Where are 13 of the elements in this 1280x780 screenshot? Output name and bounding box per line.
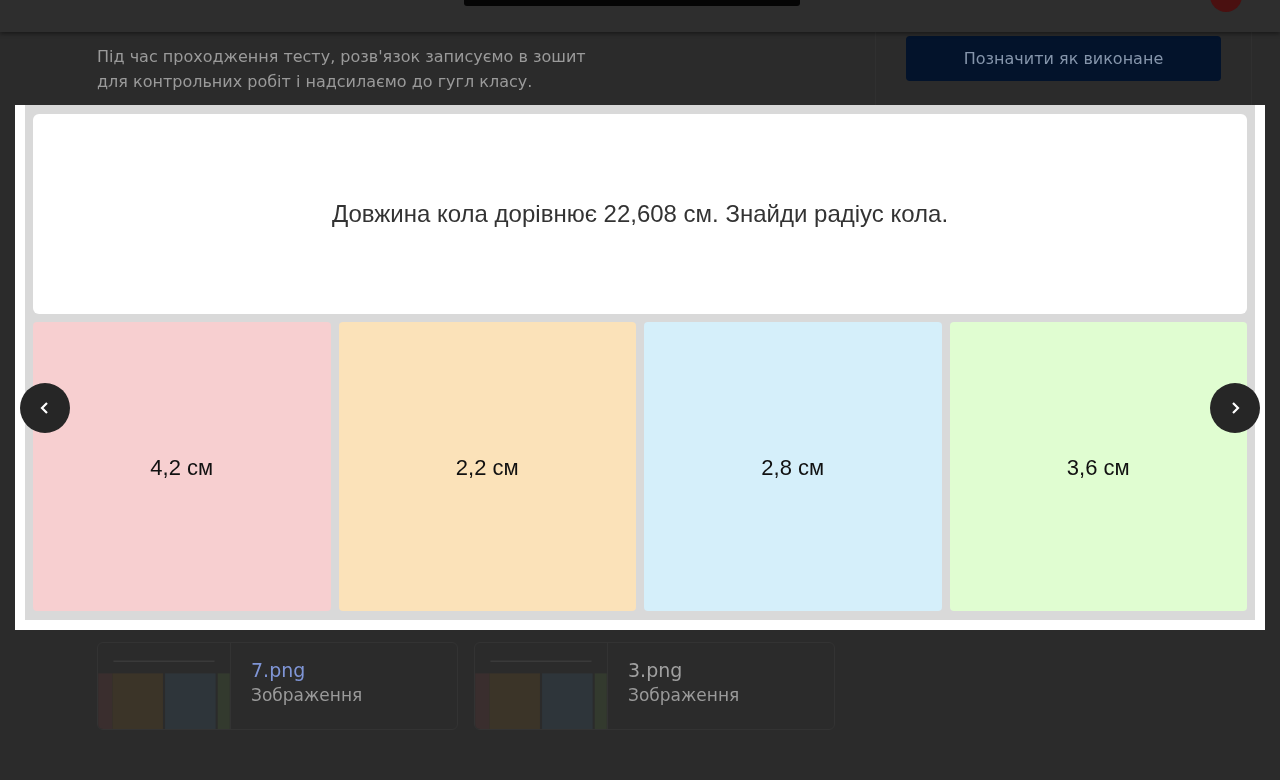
mark-done-button[interactable]: Позначити як виконане [906,36,1221,81]
attachment-title[interactable]: 3.png [628,659,740,681]
answer-text: 3,6 см [1066,454,1130,481]
answer-text: 4,2 см [150,454,214,481]
attachment-type: Зображення [628,685,740,705]
attachment-card[interactable]: 7.png Зображення [97,642,458,730]
answer-text: 2,8 см [761,454,825,481]
question-text: Довжина кола дорівнює 22,608 см. Знайди радіус кола. [331,200,949,228]
attachment-type: Зображення [251,685,363,705]
attachment-title[interactable]: 7.png [251,659,363,681]
answer-text: 2,2 см [455,454,519,481]
attachment-card[interactable]: 3.png Зображення [474,642,835,730]
assignment-description: Під час проходження тесту, розв'язок записуємо в зошит для контрольних робіт і надсилаємо до гугл класу. [97,46,587,93]
